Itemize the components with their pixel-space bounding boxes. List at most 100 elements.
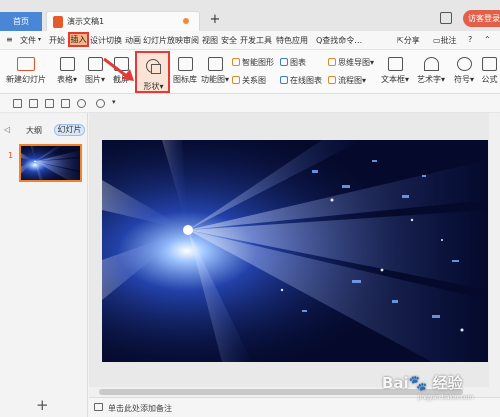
thumbnail-image [21, 146, 80, 180]
mind-map-icon [328, 58, 336, 66]
notes-placeholder[interactable]: 单击此处添加备注 [108, 403, 172, 414]
insert-ribbon: 新建幻灯片 表格▾ 图片▾ 截屏 图标库 功能图▾ 智能图形 关系图 图表 在线… [0, 50, 500, 94]
function-chart-icon [207, 57, 223, 71]
menu-start[interactable]: 开始 [49, 35, 65, 46]
collapse-pane-icon[interactable]: ◁ [4, 125, 10, 134]
light-burst-image [102, 140, 488, 362]
slide-number: 1 [8, 151, 14, 160]
slide-thumbnail[interactable] [19, 144, 82, 182]
notes-icon [94, 403, 103, 411]
chart-label: 图表 [290, 58, 306, 67]
symbol-icon [456, 57, 472, 71]
new-slide-icon [17, 57, 35, 71]
icon-library-icon [177, 57, 193, 71]
menu-slideshow[interactable]: 幻灯片放映 [143, 35, 183, 46]
wordart-label: 艺术字 [416, 75, 441, 84]
comment-label: 批注 [440, 36, 457, 45]
redo-icon[interactable] [96, 99, 105, 108]
comment-icon: ▭ [433, 36, 441, 45]
symbol-label: 符号 [453, 75, 470, 84]
guest-login-button[interactable]: 访客登录 [463, 10, 500, 27]
help-button[interactable]: ? [468, 35, 472, 44]
mind-map-label: 思维导图 [338, 58, 370, 67]
command-search[interactable]: Q查找命令… [316, 35, 362, 46]
menu-design[interactable]: 设计 [90, 35, 106, 46]
chevron-down-icon[interactable]: ▾ [38, 36, 41, 43]
flowchart-icon [328, 76, 336, 84]
table-button[interactable]: 表格▾ [54, 57, 80, 85]
menu-features[interactable]: 特色应用 [276, 35, 308, 46]
chart-button[interactable]: 图表 [280, 57, 306, 68]
new-tab-button[interactable]: + [208, 12, 222, 28]
slide-navigation-pane: ◁ 大纲 幻灯片 1 + [0, 113, 88, 417]
shape-square-icon [151, 64, 161, 74]
menu-transition[interactable]: 切换 [106, 35, 122, 46]
smart-art-button[interactable]: 智能图形 [232, 57, 274, 68]
document-tab[interactable]: 演示文稿1 [46, 11, 200, 31]
online-chart-icon [280, 76, 288, 84]
relation-chart-button[interactable]: 关系图 [232, 75, 266, 86]
menu-security[interactable]: 安全 [221, 35, 237, 46]
collapse-ribbon-icon[interactable]: ⌃ [484, 35, 491, 44]
smart-art-icon [232, 58, 240, 66]
textbox-button[interactable]: 文本框▾ [380, 57, 410, 85]
menu-bar: ≡ 文件 ▾ 开始 插入 设计 切换 动画 幻灯片放映 审阅 视图 安全 开发工… [0, 31, 500, 50]
share-icon: ⇱ [397, 36, 404, 45]
icon-library-label: 图标库 [173, 75, 197, 84]
vertical-scrollbar[interactable] [489, 113, 500, 387]
function-chart-label: 功能图 [200, 75, 225, 84]
new-slide-button[interactable]: 新建幻灯片 [4, 57, 48, 85]
export-icon[interactable] [29, 99, 38, 108]
smart-art-label: 智能图形 [242, 58, 274, 67]
quick-access-toolbar: ▾ [0, 94, 500, 113]
undo-icon[interactable] [77, 99, 86, 108]
symbol-button[interactable]: 符号▾ [452, 57, 476, 85]
comment-button[interactable]: ▭批注 [433, 35, 457, 46]
flowchart-button[interactable]: 流程图▾ [328, 75, 366, 86]
formula-icon [482, 57, 497, 71]
add-slide-button[interactable]: + [36, 396, 49, 414]
online-chart-button[interactable]: 在线图表 [280, 75, 322, 86]
print-icon[interactable] [45, 99, 54, 108]
flowchart-label: 流程图 [338, 76, 362, 85]
slides-tab[interactable]: 幻灯片 [54, 124, 85, 136]
outline-tab[interactable]: 大纲 [26, 125, 42, 136]
formula-label: 公式 [481, 75, 498, 84]
chart-icon [280, 58, 288, 66]
wordart-icon [423, 57, 439, 71]
picture-label: 图片 [84, 75, 101, 84]
relation-chart-icon [232, 76, 240, 84]
presentation-icon [53, 16, 63, 28]
icon-library-button[interactable]: 图标库 [172, 57, 198, 85]
function-chart-button[interactable]: 功能图▾ [200, 57, 230, 85]
formula-button[interactable]: 公式 [479, 57, 500, 85]
watermark-logo-text: Bai🐾 经验 [382, 374, 463, 392]
online-chart-label: 在线图表 [290, 76, 322, 85]
slide-canvas[interactable] [102, 140, 488, 362]
save-icon[interactable] [13, 99, 22, 108]
menu-insert[interactable]: 插入 [68, 32, 89, 47]
menu-review[interactable]: 审阅 [183, 35, 199, 46]
menu-developer[interactable]: 开发工具 [240, 35, 272, 46]
home-tab[interactable]: 首页 [0, 12, 42, 31]
table-label: 表格 [56, 75, 73, 84]
relation-chart-label: 关系图 [242, 76, 266, 85]
shape-label: 形状 [143, 82, 160, 91]
more-chevron-icon[interactable]: ▾ [112, 98, 116, 106]
menu-animation[interactable]: 动画 [125, 35, 141, 46]
window-layout-icon[interactable] [440, 12, 452, 24]
document-title: 演示文稿1 [67, 17, 105, 26]
menu-file[interactable]: 文件 [20, 35, 36, 46]
pointer-arrow-icon [103, 57, 134, 81]
unsaved-indicator [183, 18, 189, 24]
share-button[interactable]: ⇱分享 [397, 35, 420, 46]
menu-view[interactable]: 视图 [202, 35, 218, 46]
hamburger-menu-icon[interactable]: ≡ [6, 35, 13, 44]
preview-icon[interactable] [61, 99, 70, 108]
baidu-jingyan-watermark: Bai🐾 经验 jingyan.baidu.com [382, 372, 500, 402]
wordart-button[interactable]: 艺术字▾ [415, 57, 447, 85]
shape-button[interactable]: 形状▾ [135, 51, 170, 93]
mind-map-button[interactable]: 思维导图▾ [328, 57, 374, 68]
share-label: 分享 [403, 36, 420, 45]
textbox-label: 文本框 [380, 75, 405, 84]
